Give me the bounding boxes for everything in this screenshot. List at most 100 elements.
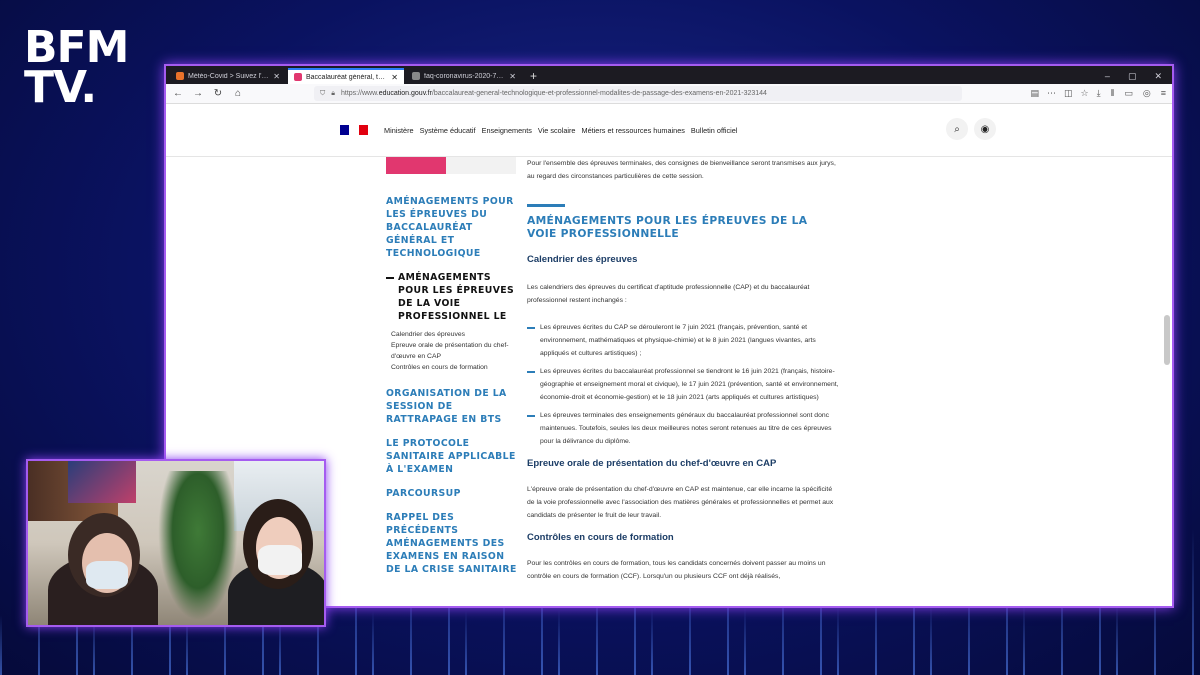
library-icon[interactable]: ⫴ xyxy=(1111,88,1115,99)
oral-paragraph: L'épreuve orale de présentation du chef-… xyxy=(527,486,834,519)
bullet-dash xyxy=(527,327,535,329)
download-icon[interactable]: ⤓ xyxy=(1097,88,1101,99)
close-tab-icon[interactable]: ✕ xyxy=(273,72,280,81)
tab-favicon-icon xyxy=(294,73,302,81)
heading-accent-bar xyxy=(527,204,565,207)
close-window-button[interactable]: ✕ xyxy=(1154,68,1162,84)
background-stripe xyxy=(558,609,560,675)
background-stripe xyxy=(1116,603,1118,675)
close-tab-icon[interactable]: ✕ xyxy=(509,72,516,81)
window-controls: – ▢ ✕ xyxy=(1105,68,1172,84)
new-tab-button[interactable]: + xyxy=(524,68,543,84)
tab-favicon-icon xyxy=(412,72,420,80)
more-icon[interactable]: ⋯ xyxy=(1047,88,1056,99)
bfmtv-logo: BFM TV. xyxy=(24,26,129,109)
url-prefix: https://www. xyxy=(340,90,379,97)
menu-icon[interactable]: ≡ xyxy=(1161,88,1166,99)
article-main: Pour l'ensemble des épreuves terminales,… xyxy=(527,157,839,583)
sidebar-subitem-controles[interactable]: Contrôles en cours de formation xyxy=(391,362,521,373)
background-plant xyxy=(158,471,238,621)
list-item: Les épreuves écrites du baccalauréat pro… xyxy=(527,365,839,404)
account-icon[interactable]: ◎ xyxy=(1143,88,1151,99)
tab-faq-pdf[interactable]: faq-coronavirus-2020-71379_0.pdf ✕ xyxy=(406,68,522,84)
background-poster xyxy=(68,461,136,503)
pocket-icon[interactable]: ◫ xyxy=(1064,88,1073,99)
sidebar-item-rappel[interactable]: RAPPEL DES PRÉCÉDENTS AMÉNAGEMENTS DES E… xyxy=(386,511,521,576)
background-stripe xyxy=(1023,604,1025,675)
menu-item-vie-scolaire[interactable]: Vie scolaire xyxy=(538,126,576,135)
marianne-flag-logo[interactable] xyxy=(340,125,368,135)
sidebar-active-label: AMÉNAGEMENTS POUR LES ÉPREUVES DE LA VOI… xyxy=(398,272,515,322)
page-scrollbar[interactable] xyxy=(1164,315,1170,365)
site-header-icons: ⌕ ◉ xyxy=(946,118,996,140)
forward-icon[interactable]: → xyxy=(192,88,204,99)
ccf-paragraph: Pour les contrôles en cours de formation… xyxy=(527,560,826,580)
eye-icon[interactable]: ◉ xyxy=(974,118,996,140)
background-stripe xyxy=(0,615,2,675)
sidebar-item-parcoursup[interactable]: PARCOURSUP xyxy=(386,487,521,500)
tab-bar: Météo-Covid > Suivez l'épidém ✕ Baccalau… xyxy=(166,66,1172,84)
menu-item-systeme-educatif[interactable]: Système éducatif xyxy=(420,126,476,135)
url-bar[interactable]: ⛉ 🔒︎ https://www.education.gouv.fr/bacca… xyxy=(314,86,963,101)
reload-icon[interactable]: ↻ xyxy=(212,88,224,99)
url-host: education.gouv.fr xyxy=(378,90,432,97)
tab-favicon-icon xyxy=(176,72,184,80)
subheading-controles: Contrôles en cours de formation xyxy=(527,532,674,543)
close-tab-icon[interactable]: ✕ xyxy=(391,73,398,82)
url-text: https://www.education.gouv.fr/baccalaure… xyxy=(341,90,767,97)
webcam-overlay xyxy=(26,459,326,627)
maximize-button[interactable]: ▢ xyxy=(1128,68,1137,84)
background-stripe xyxy=(372,611,374,675)
sidebar-subitems: Calendrier des épreuves Epreuve orale de… xyxy=(386,329,521,373)
background-stripe xyxy=(744,607,746,675)
active-dash xyxy=(386,277,394,279)
sidebar-item-protocole[interactable]: LE PROTOCOLE SANITAIRE APPLICABLE À L'EX… xyxy=(386,437,521,476)
menu-item-bulletin-officiel[interactable]: Bulletin officiel xyxy=(691,126,738,135)
bookmark-star-icon[interactable]: ☆ xyxy=(1081,88,1089,99)
background-stripe xyxy=(465,610,467,675)
presenter-right-mask xyxy=(258,545,302,575)
menu-item-metiers[interactable]: Métiers et ressources humaines xyxy=(582,126,685,135)
calendar-intro: Les calendriers des épreuves du certific… xyxy=(527,284,810,304)
site-menu: Ministère Système éducatif Enseignements… xyxy=(384,126,737,135)
menu-item-ministere[interactable]: Ministère xyxy=(384,126,414,135)
sidebar-item-voie-pro-active[interactable]: AMÉNAGEMENTS POUR LES ÉPREUVES DE LA VOI… xyxy=(386,271,521,323)
tab-label: Météo-Covid > Suivez l'épidém xyxy=(188,72,270,80)
list-item-text: Les épreuves écrites du CAP se déroulero… xyxy=(540,324,816,357)
list-item: Les épreuves écrites du CAP se déroulero… xyxy=(527,321,839,360)
subheading-epreuve-orale: Epreuve orale de présentation du chef-d'… xyxy=(527,458,777,469)
tab-label: Baccalauréat général, technolo xyxy=(306,73,387,81)
bullet-dash xyxy=(527,415,535,417)
section-bar-extension xyxy=(446,157,516,174)
list-item-text: Les épreuves terminales des enseignement… xyxy=(540,412,832,445)
home-icon[interactable]: ⌂ xyxy=(232,88,244,99)
reader-view-icon[interactable]: ▤ xyxy=(1030,88,1039,99)
background-stripe xyxy=(651,608,653,675)
presenter-left-mask xyxy=(86,561,128,589)
tab-baccalaureat[interactable]: Baccalauréat général, technolo ✕ xyxy=(288,68,404,84)
menu-item-enseignements[interactable]: Enseignements xyxy=(482,126,532,135)
background-stripe xyxy=(837,606,839,675)
sidebar-subitem-epreuve-orale[interactable]: Epreuve orale de présentation du chef-d'… xyxy=(391,340,521,362)
background-stripe xyxy=(1192,529,1194,675)
sidebar-icon[interactable]: ▭ xyxy=(1124,88,1133,99)
toolbar-right: ⤓ ⫴ ▭ ◎ ≡ xyxy=(1097,88,1166,99)
list-item-text: Les épreuves écrites du baccalauréat pro… xyxy=(540,368,839,401)
tab-meteo-covid[interactable]: Météo-Covid > Suivez l'épidém ✕ xyxy=(170,68,286,84)
sidebar-item-rattrapage-bts[interactable]: ORGANISATION DE LA SESSION DE RATTRAPAGE… xyxy=(386,387,521,426)
sidebar-subitem-calendrier[interactable]: Calendrier des épreuves xyxy=(391,329,521,340)
subheading-calendrier: Calendrier des épreuves xyxy=(527,254,638,265)
page-sidebar: AMÉNAGEMENTS POUR LES ÉPREUVES DU BACCAL… xyxy=(386,195,521,587)
tab-label: faq-coronavirus-2020-71379_0.pdf xyxy=(424,72,505,80)
back-icon[interactable]: ← xyxy=(172,88,184,99)
nav-bar: ← → ↻ ⌂ ⛉ 🔒︎ https://www.education.gouv.… xyxy=(166,84,1172,104)
bullet-dash xyxy=(527,371,535,373)
search-icon[interactable]: ⌕ xyxy=(946,118,968,140)
url-actions: ▤ ⋯ ◫ ☆ xyxy=(1030,88,1088,99)
section-heading: AMÉNAGEMENTS POUR LES ÉPREUVES DE LA VOI… xyxy=(527,214,808,240)
intro-paragraph: Pour l'ensemble des épreuves terminales,… xyxy=(527,160,836,180)
shield-icon: ⛉ xyxy=(320,89,326,97)
minimize-button[interactable]: – xyxy=(1105,68,1110,84)
url-path: /baccalaureat-general-technologique-et-p… xyxy=(431,90,767,97)
sidebar-item-bac-general[interactable]: AMÉNAGEMENTS POUR LES ÉPREUVES DU BACCAL… xyxy=(386,195,521,260)
